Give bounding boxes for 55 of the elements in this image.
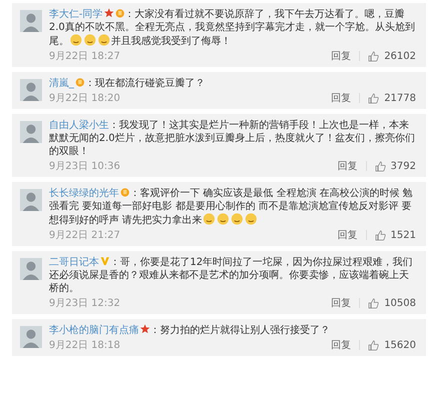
emoji-icon — [84, 34, 96, 46]
comment-text: 李小枪的脑门有点痛 ：努力拍的烂片就得让别人强行接受了？ — [49, 324, 331, 337]
comment-time: 9月23日 12:32 — [49, 297, 120, 310]
user-name[interactable]: 清嵐_ — [49, 78, 74, 89]
thumbs-up-icon[interactable] — [368, 340, 380, 350]
reply-link[interactable]: 回复 — [331, 338, 352, 352]
like-count: 1521 — [390, 230, 416, 240]
comment-text: 二哥日记本 ：哥，你要是花了12年时间拉了一坨屎，因为你拉屎过程艰难，我们还必须说屎是香的？艰难从来都不是艺术的加分项啊。你要卖惨，应该端着碗上天桥的。 — [49, 256, 414, 295]
avatar-icon[interactable] — [20, 79, 42, 101]
user-name[interactable]: 李大仁-同学 — [49, 9, 103, 20]
avatar-icon[interactable] — [20, 121, 42, 143]
thumbs-up-icon[interactable] — [374, 160, 386, 172]
avatar-icon[interactable] — [20, 10, 42, 32]
avatar-icon[interactable] — [20, 258, 42, 280]
emoji-icon — [245, 213, 258, 225]
avatar-icon[interactable] — [20, 326, 42, 348]
reply-link[interactable]: 回复 — [338, 159, 358, 173]
comment-time: 9月22日 18:20 — [49, 92, 120, 105]
emoji-icon — [231, 213, 244, 225]
emoji-icon — [217, 213, 230, 225]
comment-text: 长长绿绿的光年 ：客观评价一下 确实应该是最低 全程尬演 在高校公演的时候 勉强看完 要知道每一部好电影 都是要用心制作的 而不是靠尬演尬宣传尬反对影评 要想得到好的呼声 请先把实力拿出来 — [49, 187, 414, 227]
reply-link[interactable]: 回复 — [331, 49, 352, 63]
comment-time: 9月22日 21:27 — [49, 229, 120, 242]
comment-time: 9月22日 18:18 — [49, 339, 120, 352]
medal-icon — [75, 77, 85, 87]
comment-text: 自由人梁小生：我发现了！这其实是烂片一种新的营销手段！上次也是一样，本来默默无闻的2.0烂片，故意把脏水泼到豆瓣身上后，热度就火了！盆友们，擦亮你们的双眼！ — [49, 119, 416, 158]
thumbs-up-icon[interactable] — [374, 230, 386, 240]
thumbs-up-icon[interactable] — [368, 298, 380, 308]
like-count: 15620 — [384, 340, 416, 350]
like-count: 10508 — [384, 298, 416, 308]
reply-link[interactable]: 回复 — [331, 296, 352, 310]
star-icon — [104, 8, 114, 18]
medal-icon — [114, 8, 125, 18]
user-name[interactable]: 自由人梁小生 — [49, 120, 109, 131]
verified-icon — [100, 256, 110, 266]
emoji-icon — [203, 213, 216, 225]
user-name[interactable]: 二哥日记本 — [49, 257, 99, 268]
like-count: 26102 — [384, 50, 416, 62]
reply-link[interactable]: 回复 — [331, 91, 352, 105]
like-count: 21778 — [384, 92, 416, 104]
reply-link[interactable]: 回复 — [338, 228, 358, 242]
user-name[interactable]: 李小枪的脑门有点痛 — [49, 325, 139, 336]
like-count: 3792 — [390, 160, 416, 172]
emoji-icon — [98, 34, 110, 46]
comment-text: 清嵐_ ：现在都流行碰瓷豆瓣了？ — [49, 77, 206, 90]
thumbs-up-icon[interactable] — [368, 50, 380, 62]
medal-icon — [120, 187, 130, 197]
comment-text: 李大仁-同学 ：大家没有看过就不要说原辞了，我下午去万达看了。嗯，豆瓣2.0真的不吹不黑。全程无亮点，我竟然坚持到字幕完才走，就一个字尬。从头尬到尾。 并且我感觉我受到了侮辱！ — [49, 8, 416, 48]
star-icon — [140, 324, 150, 334]
thumbs-up-icon[interactable] — [368, 92, 380, 104]
comment-time: 9月23日 10:36 — [49, 160, 120, 173]
emoji-icon — [70, 34, 82, 46]
comment-time: 9月22日 18:27 — [49, 50, 120, 63]
avatar-icon[interactable] — [20, 189, 42, 211]
user-name[interactable]: 长长绿绿的光年 — [49, 188, 119, 199]
